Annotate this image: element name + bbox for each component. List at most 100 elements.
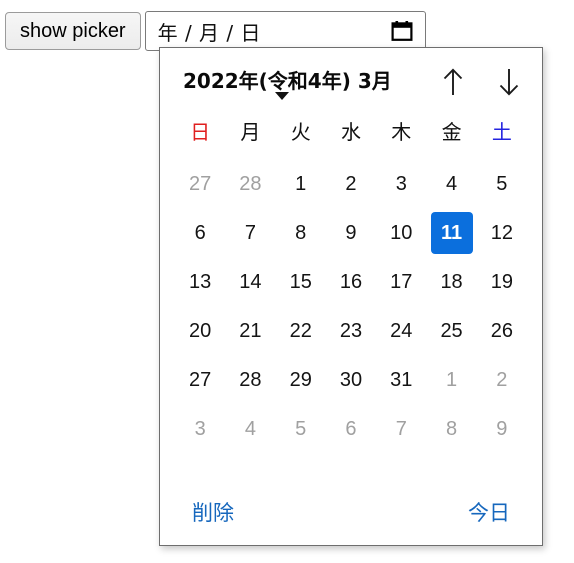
day-label[interactable]: 13 <box>181 263 219 301</box>
day-label[interactable]: 7 <box>231 214 269 252</box>
day-cell[interactable]: 10 <box>376 208 426 257</box>
day-cell[interactable]: 14 <box>225 257 275 306</box>
day-label[interactable]: 5 <box>483 165 521 203</box>
day-cell[interactable]: 16 <box>326 257 376 306</box>
day-label[interactable]: 30 <box>332 361 370 399</box>
day-cell[interactable]: 20 <box>175 306 225 355</box>
day-label[interactable]: 12 <box>483 214 521 252</box>
day-cell[interactable]: 9 <box>477 404 527 453</box>
day-label[interactable]: 2 <box>332 165 370 203</box>
day-label[interactable]: 4 <box>433 165 471 203</box>
arrow-down-icon[interactable] <box>496 66 522 98</box>
day-label[interactable]: 22 <box>282 312 320 350</box>
date-input-value[interactable]: 年 / 月 / 日 <box>158 17 391 46</box>
day-label[interactable]: 29 <box>282 361 320 399</box>
day-label[interactable]: 10 <box>382 214 420 252</box>
day-label[interactable]: 21 <box>231 312 269 350</box>
day-label[interactable]: 3 <box>382 165 420 203</box>
day-cell[interactable]: 2 <box>326 159 376 208</box>
weekday-label: 木 <box>391 120 412 144</box>
day-label[interactable]: 5 <box>282 410 320 448</box>
day-label[interactable]: 8 <box>282 214 320 252</box>
day-label[interactable]: 24 <box>382 312 420 350</box>
day-cell[interactable]: 27 <box>175 355 225 404</box>
day-label[interactable]: 7 <box>382 410 420 448</box>
day-label[interactable]: 25 <box>433 312 471 350</box>
day-cell[interactable]: 8 <box>276 208 326 257</box>
day-cell[interactable]: 13 <box>175 257 225 306</box>
today-button[interactable]: 今日 <box>468 497 510 527</box>
day-cell[interactable]: 29 <box>276 355 326 404</box>
day-cell[interactable]: 22 <box>276 306 326 355</box>
day-cell[interactable]: 28 <box>225 159 275 208</box>
day-label[interactable]: 1 <box>282 165 320 203</box>
week-row: 13 14 15 16 17 18 19 <box>160 257 542 306</box>
day-cell[interactable]: 17 <box>376 257 426 306</box>
day-cell[interactable]: 19 <box>477 257 527 306</box>
day-cell[interactable]: 27 <box>175 159 225 208</box>
day-label[interactable]: 18 <box>433 263 471 301</box>
day-cell[interactable]: 7 <box>225 208 275 257</box>
day-cell[interactable]: 3 <box>376 159 426 208</box>
clear-button[interactable]: 削除 <box>192 497 234 527</box>
day-label[interactable]: 6 <box>332 410 370 448</box>
day-cell[interactable]: 1 <box>276 159 326 208</box>
day-cell[interactable]: 23 <box>326 306 376 355</box>
day-label[interactable]: 28 <box>231 165 269 203</box>
show-picker-button[interactable]: show picker <box>5 12 141 50</box>
day-label[interactable]: 16 <box>332 263 370 301</box>
day-cell[interactable]: 12 <box>477 208 527 257</box>
day-label[interactable]: 26 <box>483 312 521 350</box>
day-label[interactable]: 23 <box>332 312 370 350</box>
day-cell[interactable]: 11 <box>426 208 476 257</box>
day-cell[interactable]: 1 <box>426 355 476 404</box>
day-label[interactable]: 20 <box>181 312 219 350</box>
day-label[interactable]: 3 <box>181 410 219 448</box>
day-cell[interactable]: 3 <box>175 404 225 453</box>
day-label[interactable]: 15 <box>282 263 320 301</box>
day-cell[interactable]: 7 <box>376 404 426 453</box>
day-label[interactable]: 17 <box>382 263 420 301</box>
day-cell[interactable]: 28 <box>225 355 275 404</box>
day-cell[interactable]: 15 <box>276 257 326 306</box>
day-label[interactable]: 9 <box>332 214 370 252</box>
day-cell[interactable]: 2 <box>477 355 527 404</box>
day-label[interactable]: 1 <box>433 361 471 399</box>
day-label[interactable]: 27 <box>181 361 219 399</box>
week-row: 3456789 <box>160 404 542 453</box>
day-cell[interactable]: 6 <box>326 404 376 453</box>
day-cell[interactable]: 4 <box>225 404 275 453</box>
day-label[interactable]: 2 <box>483 361 521 399</box>
day-label[interactable]: 4 <box>231 410 269 448</box>
day-cell[interactable]: 5 <box>276 404 326 453</box>
day-cell[interactable]: 31 <box>376 355 426 404</box>
date-input[interactable]: 年 / 月 / 日 <box>144 11 426 51</box>
month-title[interactable]: 2022年(令和4年) 3月 <box>183 65 392 94</box>
day-label[interactable]: 8 <box>433 410 471 448</box>
day-label[interactable]: 19 <box>483 263 521 301</box>
day-label[interactable]: 27 <box>181 165 219 203</box>
arrow-up-icon[interactable] <box>440 66 466 98</box>
day-cell[interactable]: 24 <box>376 306 426 355</box>
day-cell[interactable]: 21 <box>225 306 275 355</box>
day-cell[interactable]: 18 <box>426 257 476 306</box>
month-selector[interactable]: 2022年(令和4年) 3月 <box>183 48 392 100</box>
day-cell[interactable]: 5 <box>477 159 527 208</box>
day-label[interactable]: 28 <box>231 361 269 399</box>
day-cell[interactable]: 8 <box>426 404 476 453</box>
weekday-label: 水 <box>340 120 361 144</box>
day-label[interactable]: 31 <box>382 361 420 399</box>
day-cell[interactable]: 26 <box>477 306 527 355</box>
week-row: 27 28 29 30 31 1 2 <box>160 355 542 404</box>
day-cell[interactable]: 9 <box>326 208 376 257</box>
day-cell[interactable]: 6 <box>175 208 225 257</box>
day-cell[interactable]: 4 <box>426 159 476 208</box>
day-cell[interactable]: 25 <box>426 306 476 355</box>
day-label[interactable]: 9 <box>483 410 521 448</box>
day-cell[interactable]: 30 <box>326 355 376 404</box>
day-label[interactable]: 6 <box>181 214 219 252</box>
day-label[interactable]: 14 <box>231 263 269 301</box>
day-selected[interactable]: 11 <box>430 211 473 254</box>
chevron-down-icon[interactable] <box>275 92 289 100</box>
calendar-icon[interactable] <box>391 20 413 42</box>
